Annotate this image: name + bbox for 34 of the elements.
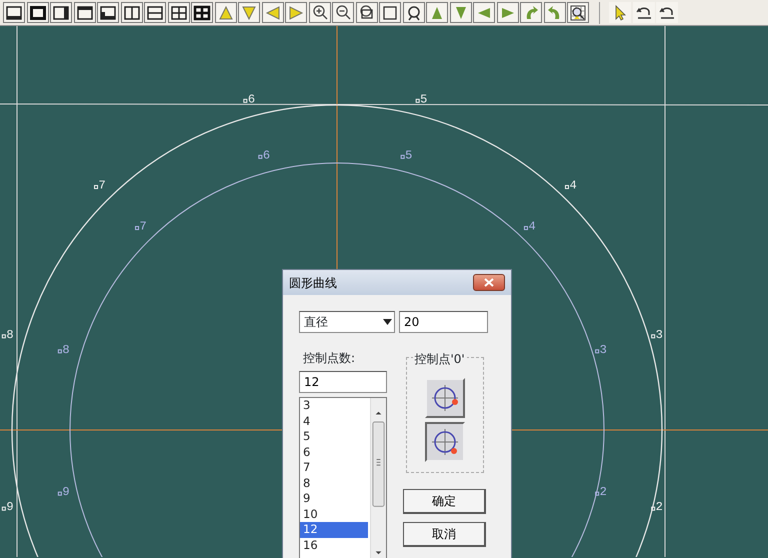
control-point-label: 4: [564, 178, 577, 193]
diameter-dropdown[interactable]: 直径: [299, 311, 395, 333]
list-item[interactable]: 12: [300, 522, 368, 538]
control-point-label: 2: [595, 485, 607, 500]
dialog-button[interactable]: 取消: [403, 522, 486, 547]
list-item[interactable]: 3: [300, 398, 370, 414]
control-point-label: 9: [2, 500, 14, 514]
control-point-label: 3: [595, 342, 607, 357]
dialog-title: 圆形曲线: [289, 274, 337, 292]
diameter-input[interactable]: 20: [399, 311, 488, 333]
list-item[interactable]: 10: [300, 506, 370, 522]
control-point-label: 5: [400, 148, 412, 162]
control-point-label: 2: [651, 500, 663, 514]
control-point-label: 7: [94, 178, 106, 193]
list-item[interactable]: 9: [300, 491, 370, 506]
dialog-button[interactable]: 确定: [403, 489, 486, 514]
list-item[interactable]: 8: [300, 476, 370, 491]
control-point-label: 4: [524, 220, 536, 234]
control-point-count-input[interactable]: 12: [299, 371, 387, 393]
list-item[interactable]: 4: [300, 414, 370, 429]
list-item[interactable]: 5: [300, 429, 370, 444]
control-point-label: 6: [258, 148, 270, 162]
control-point-label: 8: [58, 342, 70, 357]
list-item[interactable]: 7: [300, 460, 370, 476]
control-point-label: 6: [243, 92, 256, 106]
control-point-label: 5: [416, 92, 428, 106]
control-point-label: 3: [651, 328, 663, 342]
list-item[interactable]: 6: [300, 444, 370, 460]
control-point-label: 8: [2, 328, 14, 342]
list-item[interactable]: 16: [300, 538, 370, 553]
group-title: 控制点'0': [412, 350, 467, 368]
control-point-count-label: 控制点数:: [302, 350, 356, 367]
control-point-label: 9: [58, 485, 70, 500]
control-point-label: 7: [135, 220, 147, 234]
